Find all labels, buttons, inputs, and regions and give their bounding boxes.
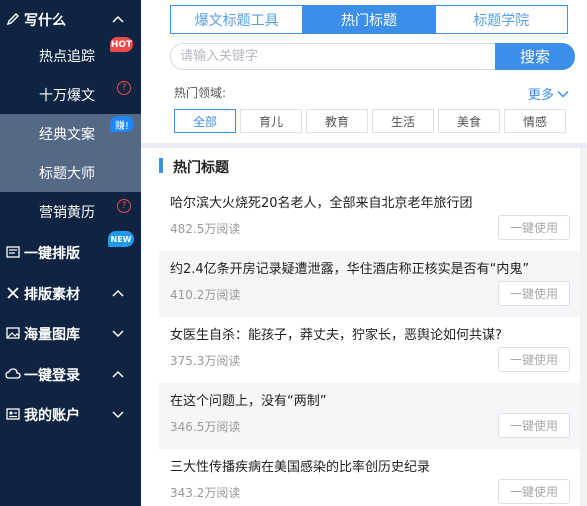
earn-badge: 赚! bbox=[110, 116, 134, 132]
search-button[interactable]: 搜索 bbox=[495, 43, 575, 70]
scrollbar[interactable] bbox=[580, 148, 587, 506]
domain-tag-parenting[interactable]: 育儿 bbox=[240, 109, 302, 133]
section-accent-bar bbox=[159, 158, 163, 173]
sidebar: 写什么 热点追踪 HOT 十万爆文 ? 经典文案 赚! 标题大师 营销黄历 ? … bbox=[0, 0, 141, 506]
section-title: 热门标题 bbox=[173, 160, 229, 176]
hot-title-list: 热门标题 哈尔滨大火烧死20名老人，全部来自北京老年旅行团 482.5万阅读 一… bbox=[159, 148, 587, 506]
sidebar-section-my-account[interactable]: 我的账户 bbox=[0, 395, 141, 435]
image-icon bbox=[5, 325, 21, 341]
read-count: 410.2万阅读 bbox=[170, 288, 241, 302]
account-icon bbox=[5, 406, 21, 422]
hot-title-text[interactable]: 在这个问题上，没有“两制” bbox=[170, 390, 575, 409]
use-button[interactable]: 一键使用 bbox=[498, 347, 570, 372]
domain-tag-emotion[interactable]: 情感 bbox=[504, 109, 566, 133]
domain-tag-education[interactable]: 教育 bbox=[306, 109, 368, 133]
sidebar-item-label: 热点追踪 bbox=[39, 49, 95, 65]
sidebar-section-label: 写什么 bbox=[24, 13, 66, 29]
hot-title-text[interactable]: 哈尔滨大火烧死20名老人，全部来自北京老年旅行团 bbox=[170, 192, 575, 211]
sidebar-section-one-click-login[interactable]: 一键登录 bbox=[0, 355, 141, 395]
sidebar-section-write[interactable]: 写什么 bbox=[0, 0, 141, 40]
use-button[interactable]: 一键使用 bbox=[498, 215, 570, 240]
list-item: 在这个问题上，没有“两制” 346.5万阅读 一键使用 bbox=[159, 383, 587, 449]
tab-bar: 爆文标题工具 热门标题 标题学院 bbox=[170, 5, 568, 34]
tools-icon bbox=[5, 285, 21, 301]
tab-title-academy[interactable]: 标题学院 bbox=[436, 6, 567, 33]
tab-hot-titles[interactable]: 热门标题 bbox=[303, 6, 436, 33]
domain-tag-food[interactable]: 美食 bbox=[438, 109, 500, 133]
sidebar-section-label: 海量图库 bbox=[24, 327, 80, 343]
chevron-down-icon bbox=[112, 411, 124, 419]
main-panel: 爆文标题工具 热门标题 标题学院 搜索 热门领域: 更多 全部 育儿 教育 生活… bbox=[141, 0, 587, 506]
domain-tag-all[interactable]: 全部 bbox=[174, 109, 236, 133]
sidebar-section-label: 一键排版 bbox=[24, 246, 80, 262]
chevron-up-icon bbox=[112, 289, 124, 297]
use-button[interactable]: 一键使用 bbox=[498, 413, 570, 438]
sidebar-item-label: 标题大师 bbox=[39, 166, 95, 182]
list-item: 约2.4亿条开房记录疑遭泄露，华住酒店称正核实是否有“内鬼” 410.2万阅读 … bbox=[159, 251, 587, 317]
sidebar-item-title-master[interactable]: 标题大师 bbox=[0, 153, 141, 192]
help-icon[interactable]: ? bbox=[117, 199, 131, 213]
chevron-down-icon bbox=[557, 90, 569, 98]
chevron-down-icon bbox=[112, 330, 124, 338]
use-button[interactable]: 一键使用 bbox=[498, 479, 570, 504]
sidebar-section-label: 排版素材 bbox=[24, 287, 80, 303]
hot-badge: HOT bbox=[110, 37, 133, 52]
tab-title-tool[interactable]: 爆文标题工具 bbox=[171, 6, 304, 33]
list-item: 女医生自杀：能孩子，莽丈夫，狞家长，恶舆论如何共谋? 375.3万阅读 一键使用 bbox=[159, 317, 587, 383]
sidebar-item-label: 经典文案 bbox=[39, 127, 95, 143]
chevron-up-icon bbox=[112, 15, 124, 23]
sidebar-section-label: 我的账户 bbox=[24, 408, 80, 424]
sidebar-section-label: 一键登录 bbox=[24, 368, 80, 384]
hot-title-text[interactable]: 约2.4亿条开房记录疑遭泄露，华住酒店称正核实是否有“内鬼” bbox=[170, 258, 575, 277]
chevron-up-icon bbox=[112, 370, 124, 378]
domain-tags: 全部 育儿 教育 生活 美食 情感 bbox=[174, 109, 570, 133]
hot-title-text[interactable]: 三大性传播疾病在美国感染的比率创历史纪录 bbox=[170, 456, 575, 475]
domain-label: 热门领域: bbox=[174, 86, 227, 100]
more-link[interactable]: 更多 bbox=[528, 84, 569, 103]
sidebar-section-image-library[interactable]: 海量图库 bbox=[0, 314, 141, 354]
sidebar-item-label: 十万爆文 bbox=[39, 88, 95, 104]
cloud-icon bbox=[5, 366, 21, 382]
pen-icon bbox=[5, 11, 21, 27]
sidebar-section-layout-materials[interactable]: 排版素材 bbox=[0, 274, 141, 314]
list-item: 三大性传播疾病在美国感染的比率创历史纪录 343.2万阅读 一键使用 bbox=[159, 449, 587, 506]
read-count: 482.5万阅读 bbox=[170, 222, 241, 236]
read-count: 343.2万阅读 bbox=[170, 486, 241, 500]
layout-icon bbox=[5, 244, 21, 260]
more-label: 更多 bbox=[528, 88, 555, 103]
new-badge: NEW bbox=[108, 231, 134, 247]
read-count: 346.5万阅读 bbox=[170, 420, 241, 434]
hot-title-text[interactable]: 女医生自杀：能孩子，莽丈夫，狞家长，恶舆论如何共谋? bbox=[170, 324, 575, 343]
read-count: 375.3万阅读 bbox=[170, 354, 241, 368]
list-item: 哈尔滨大火烧死20名老人，全部来自北京老年旅行团 482.5万阅读 一键使用 bbox=[159, 185, 587, 251]
search-input[interactable] bbox=[170, 43, 496, 70]
help-icon[interactable]: ? bbox=[117, 81, 131, 95]
domain-tag-life[interactable]: 生活 bbox=[372, 109, 434, 133]
sidebar-item-label: 营销黄历 bbox=[39, 205, 95, 221]
use-button[interactable]: 一键使用 bbox=[498, 281, 570, 306]
